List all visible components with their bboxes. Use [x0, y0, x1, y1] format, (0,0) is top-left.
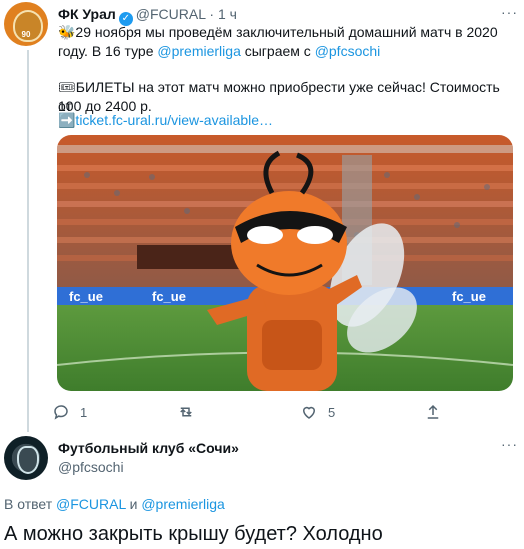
author-name[interactable]: Футбольный клуб «Сочи» [58, 440, 239, 456]
avatar-number: 90 [21, 30, 31, 39]
heart-icon [302, 406, 316, 419]
more-options-icon[interactable]: ··· [501, 436, 518, 452]
like-count: 5 [328, 404, 336, 420]
mention-premierliga[interactable]: @premierliga [157, 43, 240, 59]
like-button[interactable]: 5 [300, 403, 335, 421]
ticket-link[interactable]: ➡️ticket.fc-ural.ru/view-available… [58, 111, 514, 130]
banner-text-2: fc_ue [152, 289, 186, 304]
banner-text-1: fc_ue [69, 289, 103, 304]
avatar[interactable] [4, 436, 48, 480]
shield-icon [17, 446, 39, 474]
author-handle[interactable]: @pfcsochi [58, 459, 124, 475]
retweet-button[interactable] [176, 403, 206, 421]
separator: · [209, 6, 215, 22]
tweet-actions: 1 5 [52, 403, 452, 423]
avatar[interactable]: 90 [4, 2, 48, 46]
mention-pfcsochi[interactable]: @pfcsochi [315, 43, 381, 59]
reply-to: В ответ @FCURAL и @premierliga [4, 496, 225, 512]
share-icon [427, 404, 439, 419]
mention-premierliga[interactable]: @premierliga [141, 496, 224, 512]
reply-count: 1 [80, 404, 88, 420]
reply-icon [54, 405, 68, 420]
retweet-icon [180, 407, 192, 417]
author-handle[interactable]: @FCURAL [136, 6, 206, 22]
reply-text: А можно закрыть крышу будет? Холодно [4, 523, 383, 545]
reply-button[interactable]: 1 [52, 403, 87, 421]
tweet-text-line-2: году. В 16 туре @premierliga сыграем с @… [58, 43, 381, 59]
author-name[interactable]: ФК Урал [58, 6, 116, 22]
tweet-text-line-1: 🐝29 ноября мы проведём заключительный до… [58, 24, 498, 40]
mascot-photo: fc_ue fc_ue fc_ue [57, 135, 513, 391]
tweet-image[interactable]: fc_ue fc_ue fc_ue [57, 135, 513, 391]
banner-text-3: fc_ue [452, 289, 486, 304]
share-button[interactable] [424, 403, 442, 421]
thread-line [27, 50, 29, 432]
mention-fcural[interactable]: @FCURAL [56, 496, 126, 512]
timestamp[interactable]: 1 ч [218, 6, 237, 22]
more-options-icon[interactable]: ··· [501, 4, 518, 20]
